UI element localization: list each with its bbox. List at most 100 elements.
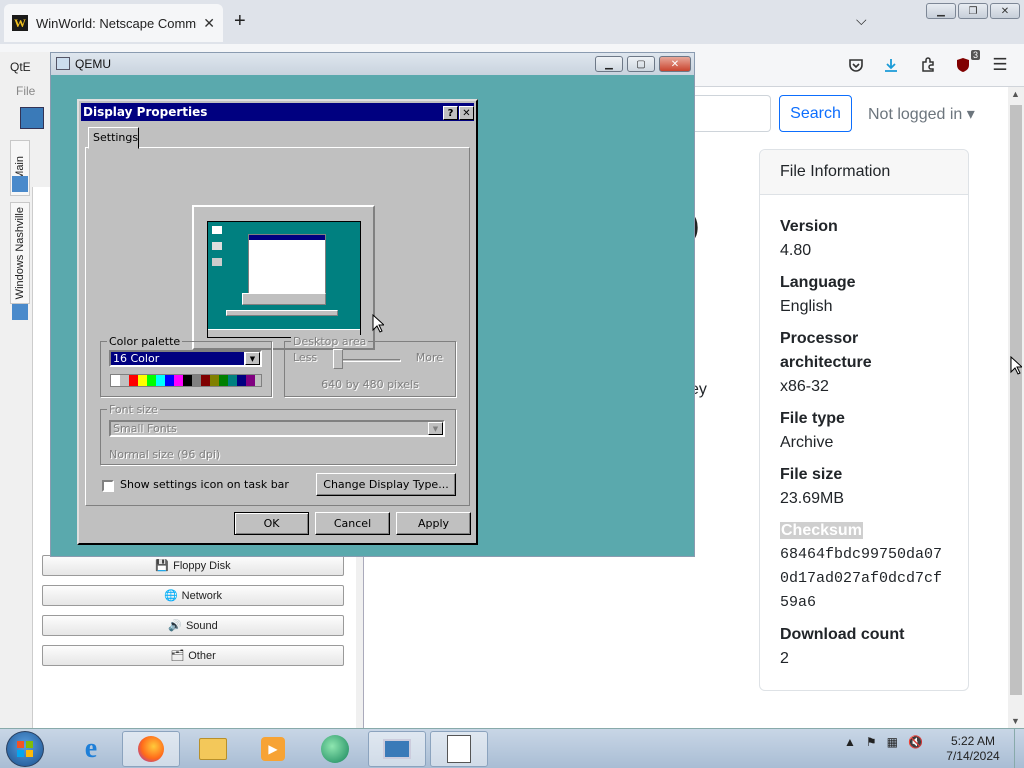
chevron-down-icon[interactable]: ▼ — [428, 422, 443, 435]
search-button[interactable]: Search — [779, 95, 852, 132]
media-player-taskbar-icon[interactable]: ▶ — [244, 731, 302, 767]
qemu-maximize-button[interactable]: ▢ — [627, 56, 655, 72]
font-size-value: Small Fonts — [113, 422, 177, 435]
chevron-down-icon[interactable]: ▼ — [245, 352, 260, 365]
volume-muted-icon[interactable]: 🔇 — [908, 735, 923, 749]
new-tab-button[interactable]: + — [234, 10, 246, 33]
internet-explorer-taskbar-icon[interactable]: e — [62, 731, 120, 767]
tray-chevron-icon[interactable]: ▲ — [844, 735, 856, 749]
color-swatch-strip — [110, 374, 262, 387]
pocket-icon[interactable] — [845, 54, 867, 76]
file-size-value: 23.69MB — [780, 490, 845, 507]
scroll-up-icon[interactable]: ▲ — [1011, 89, 1020, 99]
app-taskbar-icon[interactable] — [306, 731, 364, 767]
menu-file[interactable]: File — [16, 84, 35, 98]
floppy-disk-button[interactable]: 💾 Floppy Disk — [42, 555, 344, 576]
explorer-taskbar-icon[interactable] — [184, 731, 242, 767]
dialog-close-button[interactable]: ✕ — [459, 106, 474, 120]
ublock-badge: 3 — [970, 50, 980, 60]
checksum-label: Checksum — [780, 522, 863, 539]
scroll-down-icon[interactable]: ▼ — [1011, 716, 1020, 726]
file-size-label: File size — [780, 466, 843, 483]
sound-button[interactable]: 🔊 Sound — [42, 615, 344, 636]
font-size-label: Font size — [107, 403, 160, 416]
tab-title: WinWorld: Netscape Communi — [36, 15, 198, 31]
font-size-note: Normal size (96 dpi) — [109, 448, 221, 461]
color-swatch — [210, 375, 219, 386]
more-label: More — [415, 351, 443, 364]
menu-icon[interactable]: ☰ — [989, 54, 1011, 76]
resolution-slider-track[interactable] — [333, 359, 401, 362]
file-information-header: File Information — [760, 150, 968, 195]
ok-button[interactable]: OK — [234, 512, 309, 535]
window-restore-button[interactable]: ❐ — [958, 3, 988, 19]
tab-settings[interactable]: Settings — [88, 127, 139, 149]
tab-close-icon[interactable]: ✕ — [203, 15, 215, 32]
change-display-type-button[interactable]: Change Display Type... — [316, 473, 456, 496]
desktop-area-label: Desktop area — [291, 335, 369, 348]
color-swatch — [120, 375, 129, 386]
architecture-label: Processor architecture — [780, 330, 872, 371]
color-swatch — [183, 375, 192, 386]
qemu-window-icon — [56, 57, 70, 70]
show-icon-checkbox[interactable] — [102, 480, 114, 492]
font-size-select[interactable]: Small Fonts ▼ — [109, 420, 445, 437]
network-button[interactable]: 🌐 Network — [42, 585, 344, 606]
resolution-slider-thumb[interactable] — [333, 349, 343, 369]
language-label: Language — [780, 274, 856, 291]
help-button[interactable]: ? — [443, 106, 458, 120]
color-swatch — [201, 375, 210, 386]
windows-logo-icon — [17, 741, 33, 757]
network-icon[interactable]: ▦ — [887, 735, 898, 749]
search-input[interactable] — [695, 95, 771, 132]
tab-windows-nashville[interactable]: Windows Nashville — [10, 202, 30, 304]
clock-date: 7/14/2024 — [946, 749, 1000, 763]
file-type-label: File type — [780, 410, 845, 427]
desktop-icon — [212, 242, 222, 250]
clock[interactable]: 5:22 AM 7/14/2024 — [935, 734, 1011, 764]
folder-icon: 🗂 — [170, 650, 185, 662]
tab-list-icon[interactable]: ⌵ — [856, 12, 867, 29]
color-swatch — [165, 375, 174, 386]
apply-button[interactable]: Apply — [396, 512, 471, 535]
start-button[interactable] — [6, 731, 44, 767]
machine-thumb-icon — [12, 304, 28, 320]
qemu-taskbar-icon[interactable] — [430, 731, 488, 767]
color-swatch — [111, 375, 120, 386]
ublock-icon[interactable]: 3 — [952, 50, 980, 76]
browser-tab[interactable]: W WinWorld: Netscape Communi ✕ — [4, 4, 223, 42]
settings-panel: Color palette 16 Color ▼ Desktop area Le… — [85, 147, 470, 506]
qemu-minimize-button[interactable]: ▁ — [595, 56, 623, 72]
color-palette-value: 16 Color — [111, 352, 244, 365]
version-value: 4.80 — [780, 242, 812, 259]
mouse-cursor-icon — [372, 314, 384, 333]
page-scrollbar[interactable]: ▲ ▼ — [1008, 87, 1024, 728]
desktop-icon — [212, 258, 222, 266]
cancel-button[interactable]: Cancel — [315, 512, 390, 535]
qemu-titlebar[interactable]: QEMU ▁ ▢ ✕ — [51, 53, 694, 75]
flag-icon[interactable]: ⚑ — [866, 735, 877, 749]
firefox-taskbar-icon[interactable] — [122, 731, 180, 767]
show-desktop-button[interactable] — [1014, 729, 1024, 768]
downloads-icon[interactable] — [880, 54, 902, 76]
login-dropdown[interactable]: Not logged in ▾ — [868, 104, 975, 124]
color-palette-select[interactable]: 16 Color ▼ — [109, 350, 262, 367]
font-size-group: Font size Small Fonts ▼ Normal size (96 … — [100, 403, 456, 465]
dialog-title: Display Properties — [83, 105, 208, 119]
taskbar: e ▶ ▲ ⚑ ▦ 🔇 5:22 AM 7/14/2024 — [0, 728, 1024, 768]
color-swatch — [246, 375, 255, 386]
qemu-close-button[interactable]: ✕ — [659, 56, 691, 72]
desktop-icon — [212, 226, 222, 234]
qemu-title: QEMU — [75, 57, 111, 71]
scroll-thumb[interactable] — [1010, 105, 1022, 695]
architecture-value: x86-32 — [780, 378, 829, 395]
qtemu-taskbar-icon[interactable] — [368, 731, 426, 767]
machine-icon[interactable] — [20, 107, 44, 129]
floppy-icon: 💾 — [155, 560, 170, 572]
speaker-icon: 🔊 — [168, 620, 182, 632]
dialog-titlebar[interactable]: Display Properties ? ✕ — [81, 103, 474, 121]
window-minimize-button[interactable]: ▁ — [926, 3, 956, 19]
other-button[interactable]: 🗂 Other — [42, 645, 344, 666]
window-close-button[interactable]: ✕ — [990, 3, 1020, 19]
extensions-icon[interactable] — [917, 54, 939, 76]
